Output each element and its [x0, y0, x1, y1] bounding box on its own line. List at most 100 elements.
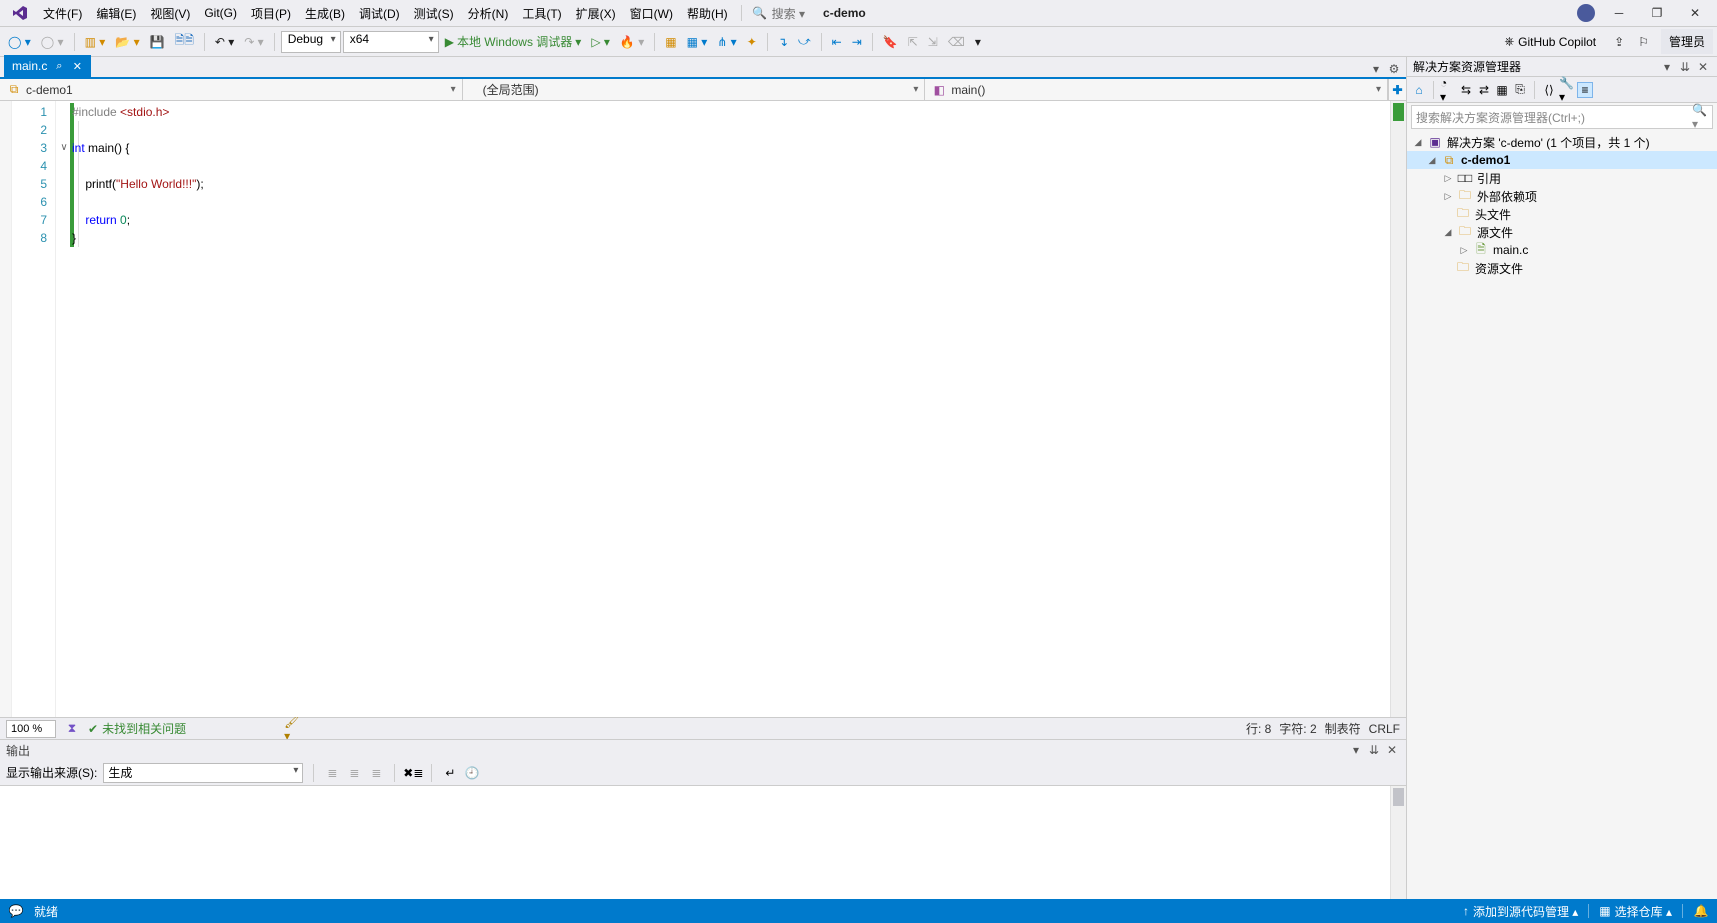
save-all-button[interactable]: 🗎🗎 — [171, 29, 198, 54]
bookmark-prev-icon[interactable]: ⇱ — [904, 33, 922, 51]
tree-file-row[interactable]: ▷ 🗎 main.c — [1407, 241, 1717, 259]
bookmark-next-icon[interactable]: ⇲ — [924, 33, 942, 51]
sol-tb-showall-icon[interactable]: ▦ — [1494, 82, 1510, 98]
status-bell-icon[interactable]: 🔔 — [1693, 903, 1709, 919]
output-body[interactable] — [0, 786, 1406, 899]
tree-external-row[interactable]: ▷ 🗀 外部依赖项 — [1407, 187, 1717, 205]
tree-headers-row[interactable]: 🗀 头文件 — [1407, 205, 1717, 223]
tb-icon-4[interactable]: ✦ — [743, 33, 761, 51]
line-indicator[interactable]: 行: 8 — [1246, 720, 1271, 737]
nav-project-combo[interactable]: ⧉ c-demo1 — [0, 79, 463, 100]
menu-build[interactable]: 生成(B) — [298, 2, 352, 25]
brush-icon[interactable]: 🖌 ▾ — [284, 721, 300, 737]
admin-button[interactable]: 管理员 — [1661, 29, 1713, 54]
sol-tb-home-icon[interactable]: ⌂ — [1411, 82, 1427, 98]
minimize-button[interactable]: ─ — [1605, 3, 1633, 23]
tb-icon-3[interactable]: ⋔ ▾ — [713, 33, 740, 51]
indent-left-icon[interactable]: ⇤ — [828, 33, 846, 51]
menu-analyze[interactable]: 分析(N) — [461, 2, 516, 25]
tree-sources-row[interactable]: ◢ 🗀 源文件 — [1407, 223, 1717, 241]
tb-icon-1[interactable]: ▦ — [661, 33, 680, 51]
output-icon-1[interactable]: ≣ — [324, 765, 340, 781]
menu-file[interactable]: 文件(F) — [36, 2, 89, 25]
sol-tb-copy-icon[interactable]: ⎘ — [1512, 82, 1528, 98]
tree-solution-row[interactable]: ◢ ▣ 解决方案 'c-demo' (1 个项目，共 1 个) — [1407, 133, 1717, 151]
panel-close-icon[interactable]: ✕ — [1384, 742, 1400, 758]
nav-function-combo[interactable]: ◧ main() — [925, 79, 1388, 100]
panel-dropdown-icon[interactable]: ▾ — [1659, 59, 1675, 75]
tree-project-row[interactable]: ◢ ⧉ c-demo1 — [1407, 151, 1717, 169]
save-button[interactable]: 💾 — [146, 33, 169, 51]
zoom-select[interactable] — [6, 720, 56, 738]
output-wrap-icon[interactable]: ↵ — [442, 765, 458, 781]
chevron-down-icon[interactable]: ◢ — [1427, 155, 1437, 166]
scrollbar-track[interactable] — [1390, 101, 1406, 717]
sol-tb-code-icon[interactable]: ⟨⟩ — [1541, 82, 1557, 98]
sol-tb-sync-icon[interactable]: ⇄ — [1476, 82, 1492, 98]
code-editor[interactable]: 12345678 ∨ #include <stdio.h>int main() … — [0, 101, 1406, 717]
no-issues-indicator[interactable]: ✔ 未找到相关问题 — [88, 720, 186, 737]
maximize-button[interactable]: ❐ — [1643, 3, 1671, 23]
start-without-debug-button[interactable]: ▷ ▾ — [587, 33, 614, 51]
indent-right-icon[interactable]: ⇥ — [848, 33, 866, 51]
status-add-scm[interactable]: ↑ 添加到源代码管理 ▴ — [1463, 903, 1578, 920]
menu-help[interactable]: 帮助(H) — [680, 2, 735, 25]
chevron-right-icon[interactable]: ▷ — [1443, 191, 1453, 202]
undo-button[interactable]: ↶ ▾ — [211, 33, 238, 51]
nav-scope-combo[interactable]: (全局范围) — [463, 79, 926, 100]
tree-refs-row[interactable]: ▷ □□ 引用 — [1407, 169, 1717, 187]
feedback-icon[interactable]: ⚐ — [1634, 33, 1653, 51]
menu-view[interactable]: 视图(V) — [143, 2, 197, 25]
chevron-right-icon[interactable]: ▷ — [1459, 245, 1469, 256]
close-icon[interactable]: ✕ — [71, 60, 83, 72]
step-over-icon[interactable]: ⤻ — [794, 32, 815, 51]
chevron-right-icon[interactable]: ▷ — [1443, 173, 1453, 184]
sol-tb-props-icon[interactable]: 🔧 ▾ — [1559, 82, 1575, 98]
menu-extensions[interactable]: 扩展(X) — [569, 2, 623, 25]
new-project-button[interactable]: ▥ ▾ — [81, 33, 110, 51]
menu-tools[interactable]: 工具(T) — [515, 2, 568, 25]
menu-git[interactable]: Git(G) — [197, 3, 244, 23]
solution-search[interactable]: 搜索解决方案资源管理器(Ctrl+;) 🔍 ▾ — [1411, 105, 1713, 129]
output-icon-3[interactable]: ≣ — [368, 765, 384, 781]
config-select[interactable]: Debug — [281, 31, 341, 53]
tab-settings-icon[interactable]: ⚙ — [1386, 61, 1402, 77]
status-select-repo[interactable]: ▦ 选择仓库 ▴ — [1599, 903, 1672, 920]
menu-project[interactable]: 项目(P) — [244, 2, 298, 25]
status-chat-icon[interactable]: 💬 — [8, 903, 24, 919]
panel-dropdown-icon[interactable]: ▾ — [1348, 742, 1364, 758]
sol-tb-preview-icon[interactable]: ≡ — [1577, 82, 1593, 98]
platform-select[interactable]: x64 — [343, 31, 439, 53]
share-icon[interactable]: ⇪ — [1610, 33, 1628, 51]
scrollbar-thumb[interactable] — [1393, 788, 1404, 806]
output-icon-2[interactable]: ≣ — [346, 765, 362, 781]
chevron-down-icon[interactable]: ◢ — [1413, 137, 1423, 148]
hot-reload-button[interactable]: 🔥 ▾ — [616, 33, 648, 51]
close-button[interactable]: ✕ — [1681, 3, 1709, 23]
chevron-down-icon[interactable]: ◢ — [1443, 227, 1453, 238]
scrollbar-track[interactable] — [1390, 786, 1406, 899]
bookmark-icon[interactable]: 🔖 — [879, 33, 902, 51]
toolbar-dropdown-icon[interactable]: ▾ — [971, 33, 985, 51]
tabs-indicator[interactable]: 制表符 — [1325, 720, 1361, 737]
menu-test[interactable]: 测试(S) — [407, 2, 461, 25]
pin-icon[interactable]: ⌕ — [53, 60, 65, 72]
menu-window[interactable]: 窗口(W) — [623, 2, 680, 25]
breakpoint-gutter[interactable] — [0, 101, 12, 717]
user-avatar-icon[interactable] — [1577, 4, 1595, 22]
tab-menu-icon[interactable]: ▾ — [1368, 61, 1384, 77]
file-tab-main-c[interactable]: main.c ⌕ ✕ — [4, 55, 91, 77]
menu-debug[interactable]: 调试(D) — [352, 2, 407, 25]
redo-button[interactable]: ↷ ▾ — [240, 33, 267, 51]
panel-pin-icon[interactable]: ⇊ — [1366, 742, 1382, 758]
menu-edit[interactable]: 编辑(E) — [89, 2, 143, 25]
sol-tb-back-icon[interactable]: ⇆ — [1458, 82, 1474, 98]
output-clear-icon[interactable]: ✖≣ — [405, 765, 421, 781]
github-copilot-button[interactable]: ⎈ GitHub Copilot — [1497, 31, 1605, 52]
nav-forward-button[interactable]: ◯ ▾ — [37, 33, 68, 51]
step-into-icon[interactable]: ↴ — [774, 33, 792, 51]
sol-tb-views-icon[interactable]: ◔ ▾ — [1440, 82, 1456, 98]
char-indicator[interactable]: 字符: 2 — [1279, 720, 1316, 737]
bookmark-clear-icon[interactable]: ⌫ — [944, 33, 969, 51]
tb-icon-2[interactable]: ▦ ▾ — [683, 33, 712, 51]
